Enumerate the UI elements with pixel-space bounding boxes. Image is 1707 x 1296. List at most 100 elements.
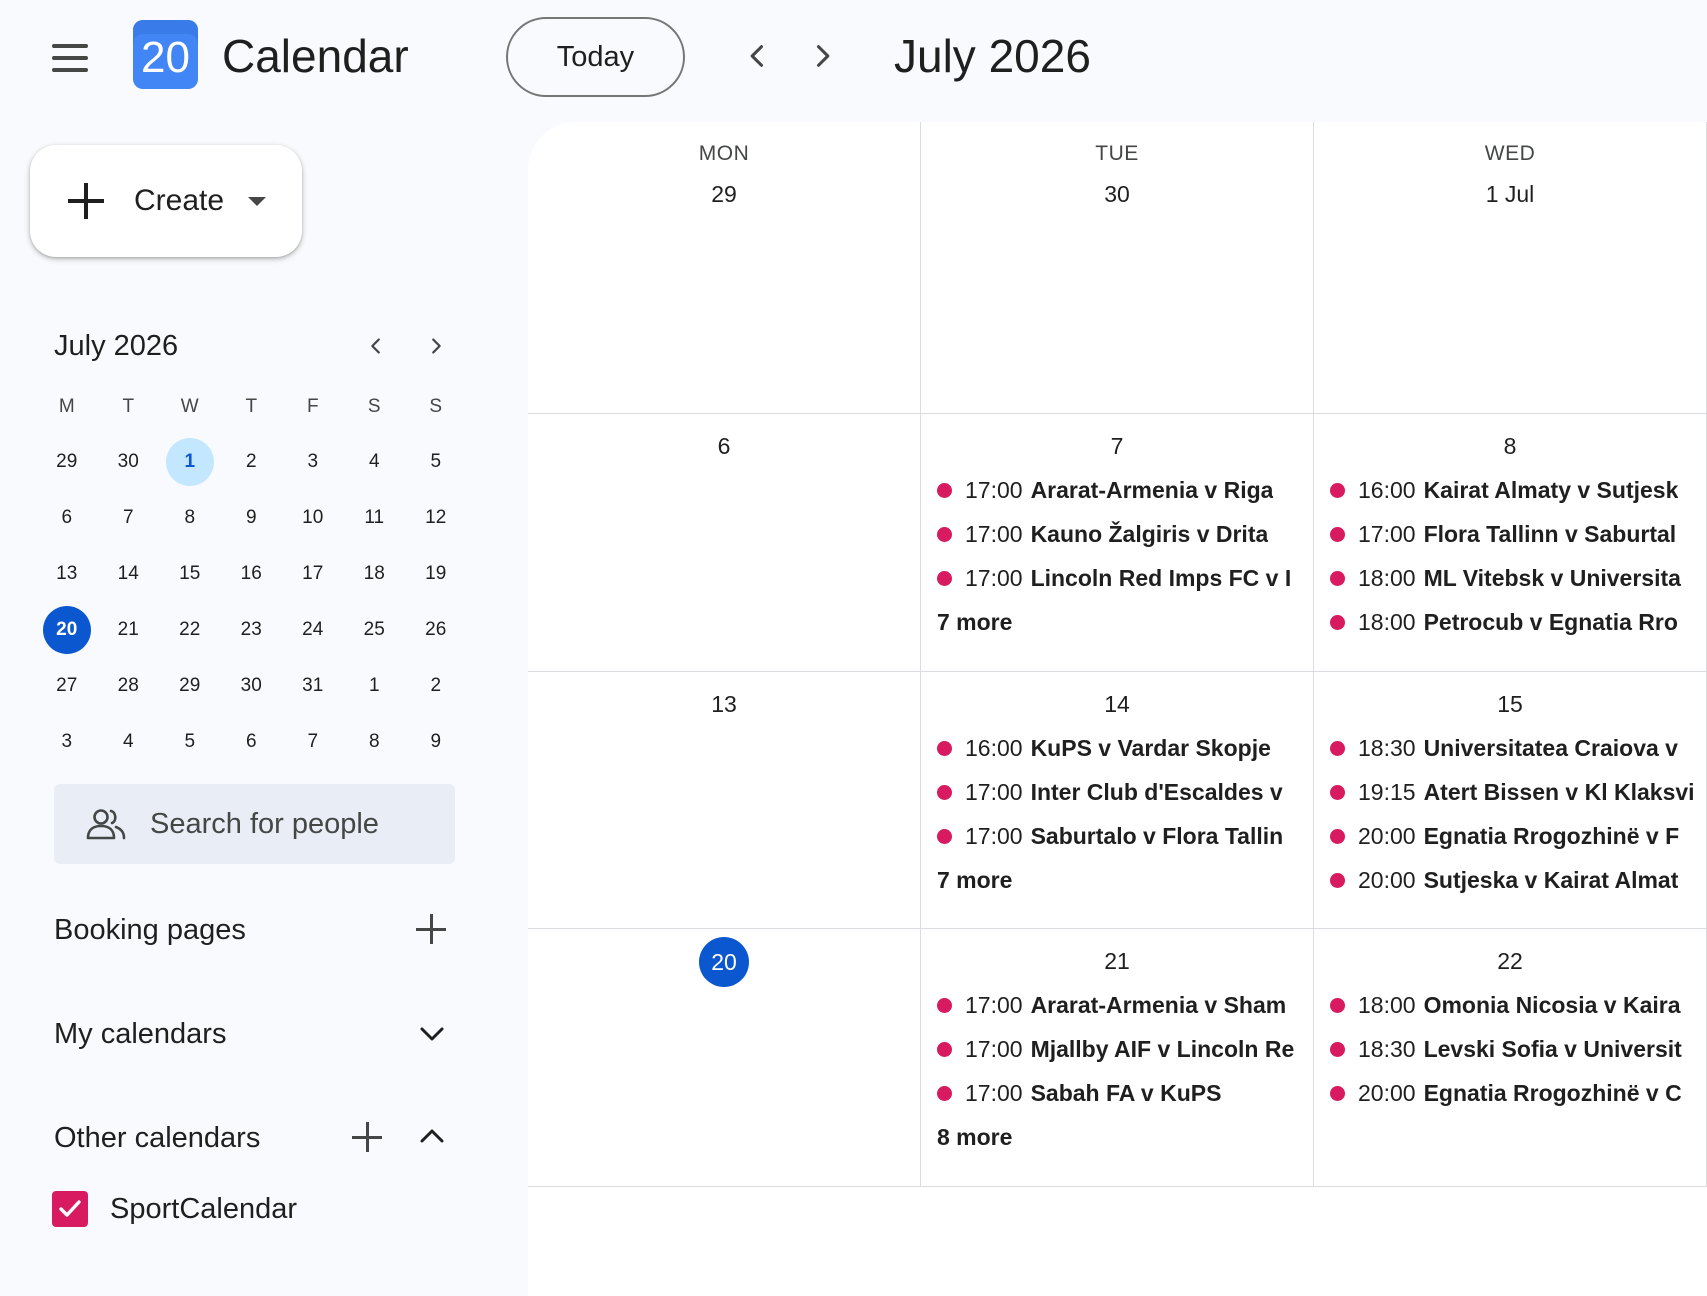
mini-calendar-day[interactable]: 30 [98,434,160,490]
event-chip[interactable]: 17:00 Kauno Žalgiris v Drita [937,514,1297,554]
mini-calendar-day[interactable]: 12 [405,490,467,546]
mini-calendar-day[interactable]: 30 [221,658,283,714]
date-number[interactable]: 7 [921,432,1313,460]
mini-calendar-day[interactable]: 7 [98,490,160,546]
more-events-link[interactable]: 8 more [937,1117,1137,1157]
event-chip[interactable]: 20:00 Sutjeska v Kairat Almat [1330,860,1698,900]
mini-calendar-day[interactable]: 2 [221,434,283,490]
my-calendars-heading[interactable]: My calendars [54,1014,226,1054]
event-chip[interactable]: 18:00 Omonia Nicosia v Kaira [1330,985,1698,1025]
chevron-up-icon[interactable] [414,1118,450,1154]
mini-calendar-day[interactable]: 20 [36,602,98,658]
event-chip[interactable]: 17:00 Sabah FA v KuPS [937,1073,1297,1113]
date-number[interactable]: 1 Jul [1314,180,1706,208]
mini-calendar-day[interactable]: 5 [159,714,221,770]
mini-calendar-day[interactable]: 23 [221,602,283,658]
date-number[interactable]: 8 [1314,432,1706,460]
main-menu-icon[interactable] [44,38,96,78]
create-button[interactable]: Create [30,145,302,257]
day-cell[interactable]: 20 [528,929,921,1186]
mini-calendar-day[interactable]: 21 [98,602,160,658]
event-chip[interactable]: 20:00 Egnatia Rrogozhinë v C [1330,1073,1698,1113]
event-chip[interactable]: 17:00 Inter Club d'Escaldes v [937,772,1297,812]
event-chip[interactable]: 16:00 Kairat Almaty v Sutjesk [1330,470,1698,510]
other-calendars-heading[interactable]: Other calendars [54,1118,260,1158]
mini-calendar-day[interactable]: 2 [405,658,467,714]
day-cell[interactable]: MON 29 [528,122,921,413]
mini-calendar-day[interactable]: 15 [159,546,221,602]
day-cell[interactable]: TUE 30 [921,122,1314,413]
mini-calendar-day[interactable]: 1 [159,434,221,490]
event-chip[interactable]: 17:00 Mjallby AIF v Lincoln Re [937,1029,1297,1069]
chevron-down-icon[interactable] [414,1016,450,1052]
date-number[interactable]: 6 [528,432,920,460]
search-people-field[interactable]: Search for people [54,784,455,864]
mini-calendar-day[interactable]: 5 [405,434,467,490]
day-cell[interactable]: 7 17:00 Ararat-Armenia v Riga 17:00 Kauno Ža… [921,414,1314,671]
mini-calendar-day[interactable]: 14 [98,546,160,602]
previous-month-icon[interactable] [732,30,784,82]
sportcalendar-label[interactable]: SportCalendar [110,1190,297,1228]
mini-calendar-day[interactable]: 25 [344,602,406,658]
add-other-calendar-icon[interactable] [350,1120,386,1156]
date-number[interactable]: 30 [921,180,1313,208]
day-cell[interactable]: 6 [528,414,921,671]
day-cell[interactable]: WED 1 Jul [1314,122,1707,413]
mini-calendar-day[interactable]: 8 [344,714,406,770]
date-number[interactable]: 14 [921,690,1313,718]
event-chip[interactable]: 17:00 Ararat-Armenia v Sham [937,985,1297,1025]
mini-calendar-day[interactable]: 4 [344,434,406,490]
mini-calendar-day[interactable]: 3 [282,434,344,490]
calendar-logo-icon[interactable]: 20 [133,20,198,89]
mini-calendar-day[interactable]: 26 [405,602,467,658]
day-cell[interactable]: 13 [528,672,921,928]
sportcalendar-checkbox[interactable] [52,1191,88,1227]
mini-calendar-day[interactable]: 1 [344,658,406,714]
date-number[interactable]: 13 [528,690,920,718]
date-number[interactable]: 22 [1314,947,1706,975]
more-events-link[interactable]: 7 more [937,860,1137,900]
event-chip[interactable]: 18:30 Universitatea Craiova v [1330,728,1698,768]
date-number[interactable]: 21 [921,947,1313,975]
mini-calendar-day[interactable]: 16 [221,546,283,602]
caret-down-icon[interactable] [248,197,266,206]
mini-calendar-day[interactable]: 11 [344,490,406,546]
mini-calendar-day[interactable]: 22 [159,602,221,658]
mini-calendar-day[interactable]: 13 [36,546,98,602]
mini-calendar-day[interactable]: 24 [282,602,344,658]
today-button[interactable]: Today [506,17,685,97]
day-cell[interactable]: 8 16:00 Kairat Almaty v Sutjesk 17:00 Flora … [1314,414,1707,671]
more-events-link[interactable]: 7 more [937,602,1137,642]
mini-calendar-day[interactable]: 27 [36,658,98,714]
mini-calendar-day[interactable]: 10 [282,490,344,546]
event-chip[interactable]: 18:00 ML Vitebsk v Universita [1330,558,1698,598]
event-chip[interactable]: 17:00 Lincoln Red Imps FC v I [937,558,1297,598]
event-chip[interactable]: 19:15 Atert Bissen v Kl Klaksvi [1330,772,1698,812]
day-cell[interactable]: 14 16:00 KuPS v Vardar Skopje 17:00 Inter Cl… [921,672,1314,928]
event-chip[interactable]: 17:00 Flora Tallinn v Saburtal [1330,514,1698,554]
app-title[interactable]: Calendar [222,28,409,84]
mini-calendar-day[interactable]: 9 [405,714,467,770]
mini-calendar-day[interactable]: 31 [282,658,344,714]
mini-calendar-day[interactable]: 29 [36,434,98,490]
mini-calendar-day[interactable]: 4 [98,714,160,770]
day-cell[interactable]: 21 17:00 Ararat-Armenia v Sham 17:00 Mjallby… [921,929,1314,1186]
event-chip[interactable]: 18:00 Petrocub v Egnatia Rro [1330,602,1698,642]
mini-calendar-previous-icon[interactable] [356,326,396,366]
mini-calendar-day[interactable]: 9 [221,490,283,546]
date-number[interactable]: 29 [528,180,920,208]
event-chip[interactable]: 20:00 Egnatia Rrogozhinë v F [1330,816,1698,856]
mini-calendar-day[interactable]: 28 [98,658,160,714]
mini-calendar-day[interactable]: 8 [159,490,221,546]
date-number[interactable]: 15 [1314,690,1706,718]
mini-calendar-next-icon[interactable] [416,326,456,366]
mini-calendar-day[interactable]: 3 [36,714,98,770]
event-chip[interactable]: 16:00 KuPS v Vardar Skopje [937,728,1297,768]
mini-calendar-day[interactable]: 6 [36,490,98,546]
mini-calendar-day[interactable]: 6 [221,714,283,770]
event-chip[interactable]: 18:30 Levski Sofia v Universit [1330,1029,1698,1069]
mini-calendar-day[interactable]: 19 [405,546,467,602]
mini-calendar-day[interactable]: 18 [344,546,406,602]
next-month-icon[interactable] [796,30,848,82]
day-cell[interactable]: 22 18:00 Omonia Nicosia v Kaira 18:30 Levski… [1314,929,1707,1186]
